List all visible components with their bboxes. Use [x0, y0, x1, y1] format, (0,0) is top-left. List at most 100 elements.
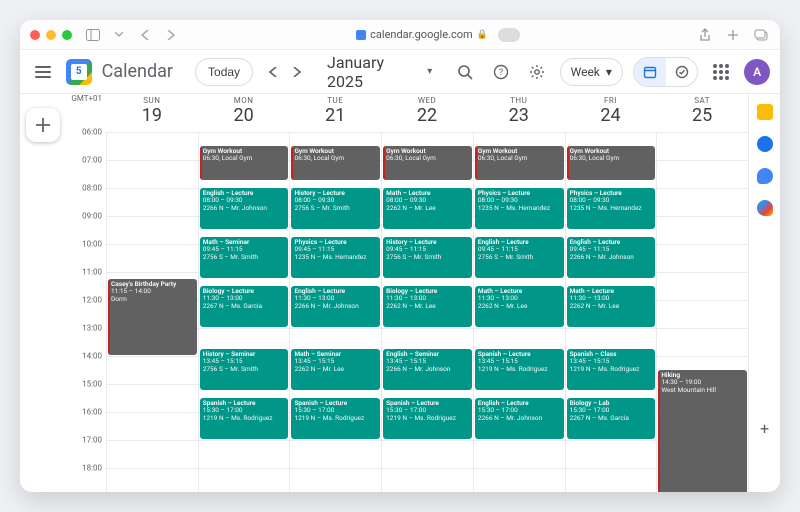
- calendar-event[interactable]: Gym Workout06:30, Local Gym: [567, 146, 656, 180]
- day-header[interactable]: THU23: [473, 94, 565, 132]
- addons-button[interactable]: +: [757, 420, 773, 436]
- day-column[interactable]: Hiking14:30 – 19:00West Mountain Hill: [656, 132, 748, 492]
- traffic-lights: [30, 30, 72, 40]
- day-of-week-label: MON: [234, 96, 254, 105]
- calendar-event[interactable]: Casey's Birthday Party11:15 – 14:00Dorm: [108, 279, 197, 355]
- calendar-event[interactable]: English – Lecture09:45 – 11:152756 S – M…: [475, 237, 564, 278]
- event-time: 11:15 – 14:00: [111, 288, 194, 295]
- main-menu-button[interactable]: [30, 59, 56, 85]
- calendar-event[interactable]: Gym Workout06:30, Local Gym: [475, 146, 564, 180]
- day-column[interactable]: Gym Workout06:30, Local Gym Math – Lectur…: [381, 132, 473, 492]
- help-icon: ?: [493, 64, 509, 80]
- calendar-event[interactable]: Physics – Lecture09:45 – 11:151235 N – M…: [291, 237, 380, 278]
- layout-toggle: [633, 57, 699, 87]
- tabs-overview-icon[interactable]: [752, 26, 770, 44]
- event-title: Math – Seminar: [203, 239, 286, 246]
- calendar-event[interactable]: Spanish – Lecture15:30 – 17:001219 N – M…: [200, 398, 289, 439]
- calendar-event[interactable]: Physics – Lecture08:00 – 09:301235 N – M…: [567, 188, 656, 229]
- calendar-event[interactable]: Gym Workout06:30, Local Gym: [291, 146, 380, 180]
- day-header[interactable]: FRI24: [565, 94, 657, 132]
- calendar-event[interactable]: Math – Lecture08:00 – 09:302262 N – Mr. …: [383, 188, 472, 229]
- today-button[interactable]: Today: [195, 58, 253, 86]
- calendar-event[interactable]: Biology – Lecture11:30 – 13:002267 N – M…: [200, 286, 289, 327]
- calendar-event[interactable]: Math – Seminar13:45 – 15:152262 N – Mr. …: [291, 349, 380, 390]
- event-location: 2262 N – Mr. Lee: [294, 366, 377, 373]
- calendar-event[interactable]: History – Lecture08:00 – 09:302756 S – M…: [291, 188, 380, 229]
- address-bar[interactable]: calendar.google.com 🔒: [188, 28, 688, 42]
- calendar-event[interactable]: Spanish – Lecture15:30 – 17:001219 N – M…: [291, 398, 380, 439]
- reader-toggle[interactable]: [498, 28, 520, 42]
- event-title: Math – Lecture: [570, 288, 653, 295]
- lock-icon: 🔒: [477, 30, 488, 40]
- apps-grid-icon: [713, 64, 729, 80]
- event-time: 13:45 – 15:15: [294, 358, 377, 365]
- day-header[interactable]: MON20: [198, 94, 290, 132]
- nav-back-button[interactable]: [136, 26, 154, 44]
- day-number: 24: [600, 105, 620, 126]
- event-title: History – Lecture: [294, 190, 377, 197]
- minimize-window-button[interactable]: [46, 30, 56, 40]
- calendar-event[interactable]: English – Seminar13:45 – 15:152266 N – M…: [383, 349, 472, 390]
- event-title: Casey's Birthday Party: [111, 281, 194, 288]
- day-column[interactable]: Gym Workout06:30, Local Gym History – Lec…: [289, 132, 381, 492]
- day-column[interactable]: Gym Workout06:30, Local Gym Physics – Lec…: [565, 132, 657, 492]
- calendar-event[interactable]: Spanish – Lecture13:45 – 15:151219 N – M…: [475, 349, 564, 390]
- day-header[interactable]: SUN19: [106, 94, 198, 132]
- calendar-event[interactable]: History – Seminar13:45 – 15:152756 S – M…: [200, 349, 289, 390]
- search-button[interactable]: [452, 59, 478, 85]
- new-tab-icon[interactable]: [724, 26, 742, 44]
- calendar-event[interactable]: Math – Lecture11:30 – 13:002262 N – Mr. …: [567, 286, 656, 327]
- day-of-week-label: THU: [510, 96, 527, 105]
- day-header[interactable]: TUE21: [289, 94, 381, 132]
- create-event-button[interactable]: [26, 108, 60, 142]
- tasks-view-button[interactable]: [666, 58, 698, 86]
- event-location: 2266 N – Mr. Johnson: [203, 205, 286, 212]
- contacts-icon[interactable]: [757, 168, 773, 184]
- tasks-icon[interactable]: [757, 136, 773, 152]
- maps-icon[interactable]: [757, 200, 773, 216]
- calendar-view-button[interactable]: [634, 58, 666, 86]
- zoom-window-button[interactable]: [62, 30, 72, 40]
- day-column[interactable]: Gym Workout06:30, Local Gym Physics – Lec…: [473, 132, 565, 492]
- calendar-event[interactable]: Math – Seminar09:45 – 11:152756 S – Mr. …: [200, 237, 289, 278]
- calendar-event[interactable]: English – Lecture11:30 – 13:002266 N – M…: [291, 286, 380, 327]
- calendar-event[interactable]: History – Lecture09:45 – 11:152756 S – M…: [383, 237, 472, 278]
- close-window-button[interactable]: [30, 30, 40, 40]
- next-period-button[interactable]: [293, 67, 311, 77]
- nav-forward-button[interactable]: [162, 26, 180, 44]
- calendar-event[interactable]: English – Lecture15:30 – 17:002266 N – M…: [475, 398, 564, 439]
- calendar-event[interactable]: Physics – Lecture08:00 – 09:301235 N – M…: [475, 188, 564, 229]
- calendar-event[interactable]: Biology – Lecture11:30 – 13:002262 N – M…: [383, 286, 472, 327]
- calendar-main: GMT+01 06:0007:0008:0009:0010:0011:0012:…: [20, 94, 780, 492]
- calendar-event[interactable]: Biology – Lab15:30 – 17:002267 N – Ms. G…: [567, 398, 656, 439]
- day-column[interactable]: Gym Workout06:30, Local Gym English – Lec…: [198, 132, 290, 492]
- prev-period-button[interactable]: [269, 67, 287, 77]
- calendar-event[interactable]: English – Lecture09:45 – 11:152266 N – M…: [567, 237, 656, 278]
- calendar-event[interactable]: Hiking14:30 – 19:00West Mountain Hill: [658, 370, 747, 492]
- calendar-event[interactable]: Gym Workout06:30, Local Gym: [383, 146, 472, 180]
- chevron-down-icon: ▾: [427, 66, 432, 77]
- account-avatar[interactable]: A: [744, 59, 770, 85]
- window-titlebar: calendar.google.com 🔒: [20, 20, 780, 50]
- help-button[interactable]: ?: [488, 59, 514, 85]
- google-apps-button[interactable]: [708, 59, 734, 85]
- week-grid[interactable]: Casey's Birthday Party11:15 – 14:00DormG…: [106, 132, 748, 492]
- keep-icon[interactable]: [757, 104, 773, 120]
- app-toolbar: Calendar Today January 2025 ▾ ? Week ▾: [20, 50, 780, 94]
- day-column[interactable]: Casey's Birthday Party11:15 – 14:00Dorm: [106, 132, 198, 492]
- settings-button[interactable]: [524, 59, 550, 85]
- event-location: 2267 N – Ms. Garcia: [203, 303, 286, 310]
- day-header[interactable]: WED22: [381, 94, 473, 132]
- calendar-event[interactable]: Gym Workout06:30, Local Gym: [200, 146, 289, 180]
- date-range-picker[interactable]: January 2025 ▾: [327, 53, 432, 91]
- sidebar-toggle-icon[interactable]: [84, 26, 102, 44]
- calendar-event[interactable]: Spanish – Class13:45 – 15:151219 N – Ms.…: [567, 349, 656, 390]
- calendar-event[interactable]: Math – Lecture11:30 – 13:002262 N – Mr. …: [475, 286, 564, 327]
- share-icon[interactable]: [696, 26, 714, 44]
- view-selector[interactable]: Week ▾: [560, 58, 623, 86]
- day-header[interactable]: SAT25: [656, 94, 748, 132]
- calendar-favicon-icon: [356, 30, 366, 40]
- calendar-event[interactable]: English – Lecture08:00 – 09:302266 N – M…: [200, 188, 289, 229]
- calendar-event[interactable]: Spanish – Lecture15:30 – 17:001219 N – M…: [383, 398, 472, 439]
- chevron-down-icon[interactable]: [110, 26, 128, 44]
